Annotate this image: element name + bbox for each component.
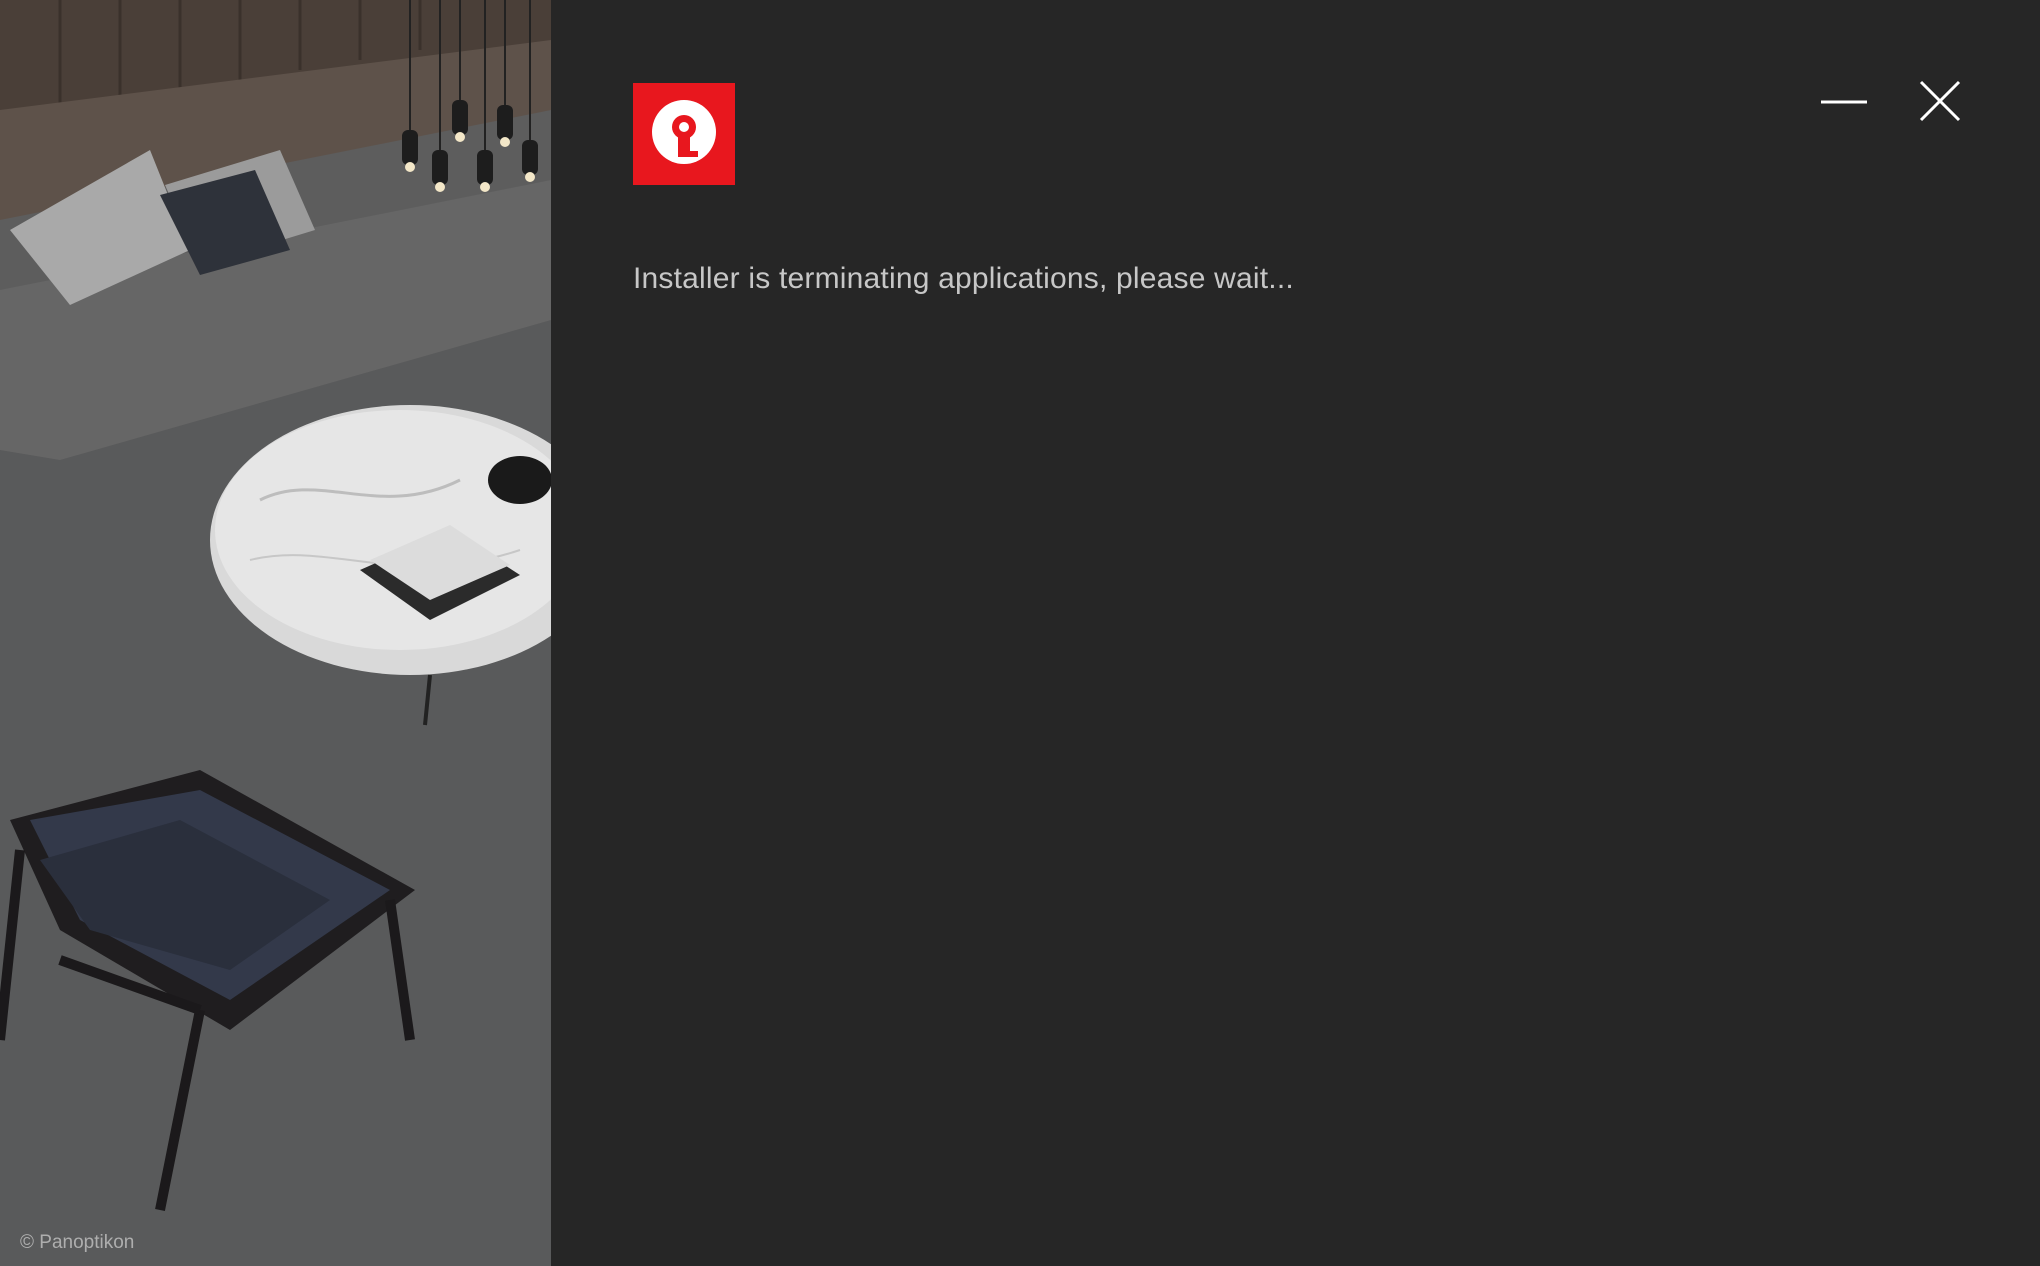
decorative-interior-image: © Panoptikon (0, 0, 551, 1266)
image-credit: © Panoptikon (20, 1232, 135, 1253)
minimize-icon (1821, 100, 1867, 104)
keyhole-logo-icon (633, 83, 735, 185)
close-icon (1919, 80, 1961, 122)
status-message: Installer is terminating applications, p… (633, 262, 1294, 295)
installer-content-panel: Installer is terminating applications, p… (551, 0, 2040, 1266)
interior-scene-illustration (0, 0, 551, 1266)
close-button[interactable] (1909, 70, 1971, 132)
installer-window: © Panoptikon Installer is terminating ap… (0, 0, 2040, 1266)
minimize-button[interactable] (1813, 70, 1875, 132)
